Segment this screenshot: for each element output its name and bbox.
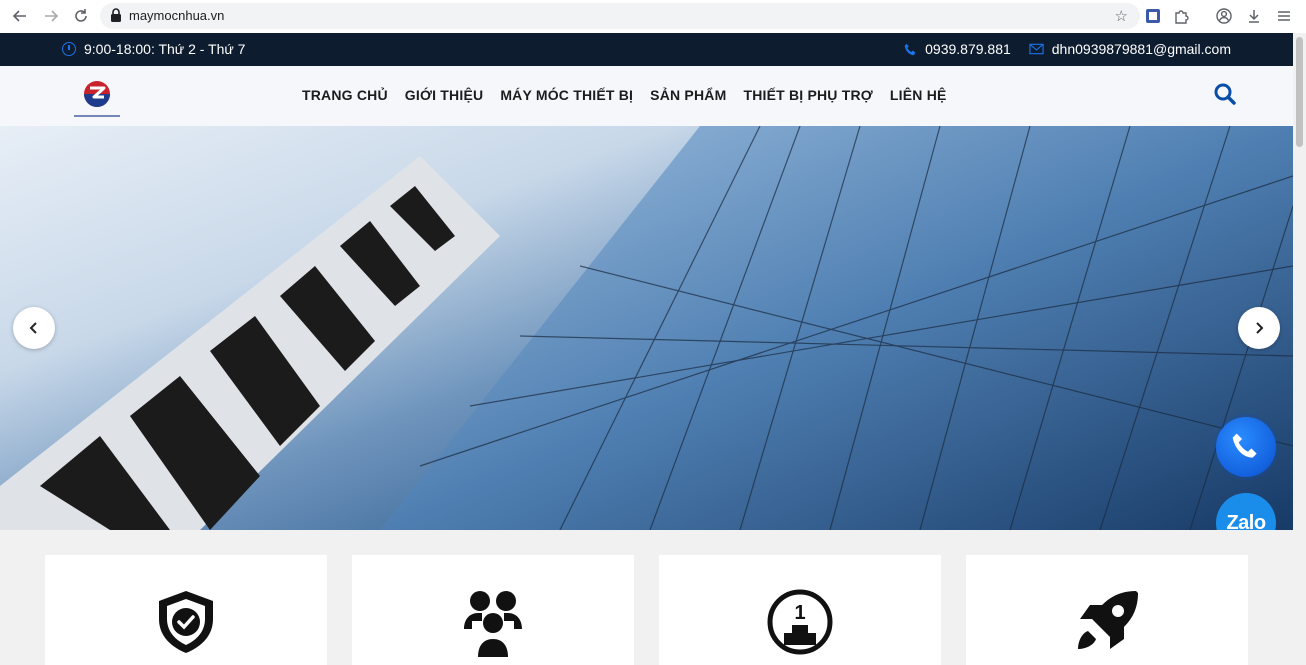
hero-slider[interactable]	[0, 126, 1293, 530]
menu-item-products[interactable]: SẢN PHẨM	[650, 87, 726, 103]
people-group-icon	[464, 591, 522, 657]
forward-icon[interactable]	[40, 5, 62, 27]
rocket-icon	[1078, 591, 1138, 649]
feature-card	[966, 555, 1248, 665]
bookmark-star-icon[interactable]: ☆	[1115, 7, 1128, 25]
back-icon[interactable]	[9, 5, 31, 27]
top-info-bar: 9:00-18:00: Thứ 2 - Thứ 7 0939.879.881 d…	[0, 33, 1293, 66]
menu-item-about[interactable]: GIỚI THIỆU	[405, 87, 484, 103]
clock-icon	[62, 42, 76, 56]
features-section: 1	[0, 530, 1293, 665]
page-scrollbar[interactable]	[1293, 33, 1306, 655]
call-button[interactable]	[1216, 417, 1276, 477]
business-hours: 9:00-18:00: Thứ 2 - Thứ 7	[62, 41, 245, 57]
download-icon[interactable]	[1244, 6, 1264, 26]
feature-card: 1	[659, 555, 941, 665]
main-menu: TRANG CHỦ GIỚI THIỆU MÁY MÓC THIẾT BỊ SẢ…	[302, 87, 947, 103]
mail-icon	[1029, 43, 1044, 55]
menu-item-contact[interactable]: LIÊN HỆ	[890, 87, 947, 103]
scrollbar-thumb[interactable]	[1296, 37, 1303, 147]
puzzle-icon[interactable]	[1171, 6, 1191, 26]
search-icon[interactable]	[1213, 82, 1237, 106]
email-address[interactable]: dhn0939879881@gmail.com	[1052, 41, 1231, 57]
hours-text: 9:00-18:00: Thứ 2 - Thứ 7	[84, 41, 246, 57]
phone-number[interactable]: 0939.879.881	[925, 41, 1011, 57]
feature-card	[352, 555, 634, 665]
reload-icon[interactable]	[70, 5, 92, 27]
slider-prev-button[interactable]	[13, 307, 55, 349]
browser-toolbar: maymocnhua.vn ☆	[0, 0, 1306, 33]
url-text: maymocnhua.vn	[129, 8, 225, 23]
chevron-right-icon	[1256, 322, 1264, 334]
company-logo[interactable]	[72, 76, 122, 120]
chevron-left-icon	[29, 322, 37, 334]
extension-icon[interactable]	[1143, 6, 1163, 26]
profile-icon[interactable]	[1214, 6, 1234, 26]
site-header: TRANG CHỦ GIỚI THIỆU MÁY MÓC THIẾT BỊ SẢ…	[0, 66, 1293, 126]
phone-small-icon	[904, 43, 916, 55]
phone-icon	[1232, 433, 1257, 458]
ranking-first-icon: 1	[767, 589, 833, 655]
menu-item-home[interactable]: TRANG CHỦ	[302, 87, 388, 103]
contact-info: 0939.879.881 dhn0939879881@gmail.com	[904, 41, 1231, 57]
lock-icon	[111, 8, 121, 22]
feature-card	[45, 555, 327, 665]
glass-skyscraper-photo	[0, 126, 1293, 530]
menu-icon[interactable]	[1274, 6, 1294, 26]
menu-item-machinery[interactable]: MÁY MÓC THIẾT BỊ	[500, 87, 633, 103]
svg-text:1: 1	[794, 602, 805, 624]
shield-check-icon	[159, 591, 213, 653]
address-bar[interactable]: maymocnhua.vn ☆	[100, 3, 1140, 29]
menu-item-auxiliary[interactable]: THIẾT BỊ PHỤ TRỢ	[743, 87, 872, 103]
slider-next-button[interactable]	[1238, 307, 1280, 349]
